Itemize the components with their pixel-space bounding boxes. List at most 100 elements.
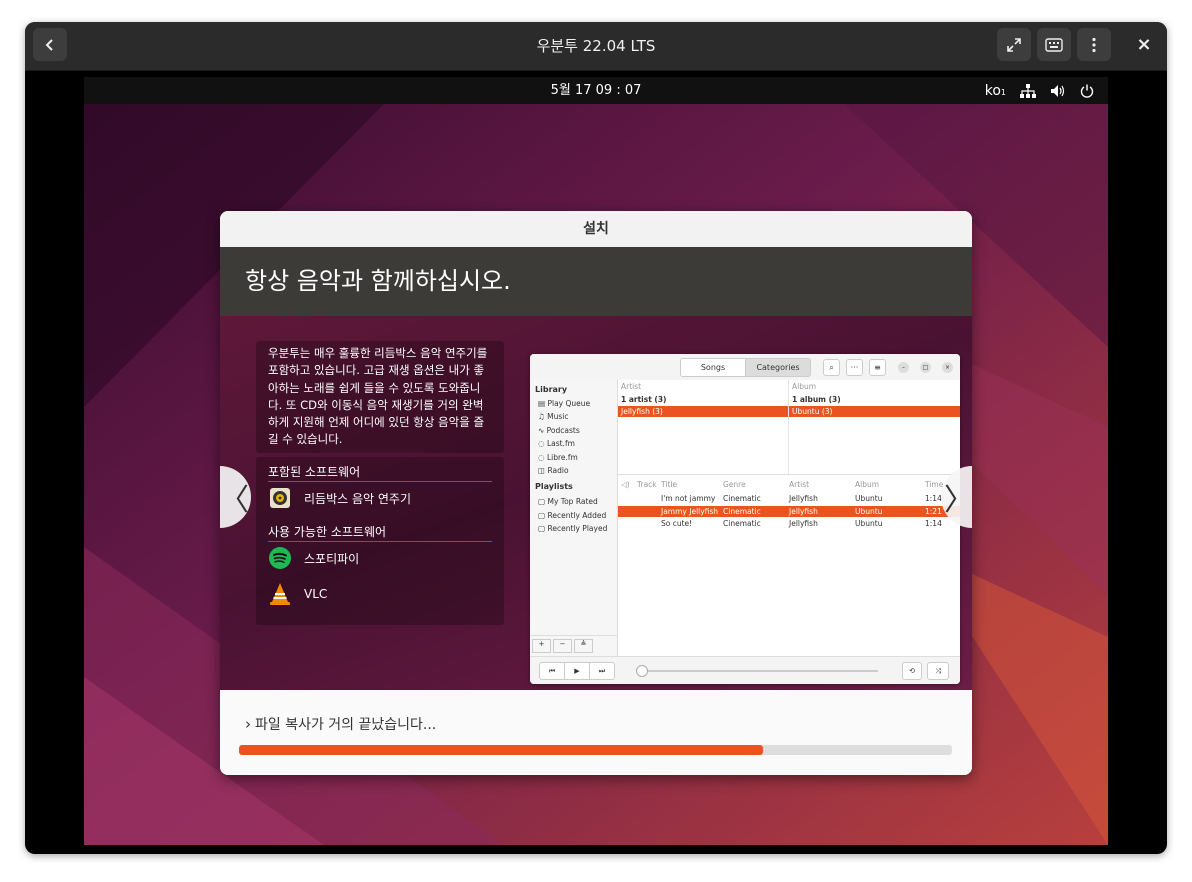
input-method-label: ko — [984, 82, 1001, 99]
rb-cell: 1 album (3) — [792, 395, 841, 404]
menu-button[interactable] — [1077, 28, 1111, 61]
guest-screen: 5월 17 09 : 07 ko1 설치 항상 음악과 함께하십시오. 우분투는… — [84, 77, 1108, 845]
rb-more-icon: ··· — [846, 359, 863, 376]
rb-col-album: Album — [792, 382, 817, 391]
rb-close-icon: × — [942, 362, 953, 373]
rb-add-icon: + — [532, 639, 551, 653]
rb-minimize-icon: – — [898, 362, 909, 373]
rb-cell: 1:21 — [925, 507, 942, 516]
top-bar: 5월 17 09 : 07 ko1 — [84, 77, 1108, 104]
keyboard-icon — [1045, 37, 1063, 52]
rb-transport: ⏮ ▶ ⏭ — [539, 662, 615, 680]
fullscreen-icon — [1007, 37, 1021, 52]
system-tray[interactable]: ko1 — [985, 77, 1094, 104]
rhythmbox-icon — [268, 486, 292, 510]
rb-divider — [618, 474, 960, 475]
chevron-right-icon: 〉 — [944, 483, 972, 518]
rb-previous-icon: ⏮ — [540, 663, 565, 679]
rb-sidebar-item: ▤ Play Queue — [538, 399, 591, 408]
keyboard-button[interactable] — [1037, 28, 1071, 61]
rb-cell: Ubuntu — [855, 507, 883, 516]
rb-browser-row: 1 artist (3) 1 album (3) — [618, 394, 960, 405]
status-text: 파일 복사가 거의 끝났습니다... — [255, 717, 437, 733]
rb-main: Artist Album 1 artist (3) 1 album (3) Je… — [618, 380, 960, 656]
install-status[interactable]: › 파일 복사가 거의 끝났습니다... — [245, 714, 436, 734]
included-software-heading: 포함된 소프트웨어 — [268, 465, 361, 479]
rb-cell: 1 artist (3) — [621, 395, 667, 404]
rb-sidebar-item: ◌ Libre.fm — [538, 453, 578, 462]
rb-shuffle-icon: ⤨ — [927, 662, 949, 680]
rb-cell: Ubuntu — [855, 494, 883, 503]
rb-track-row: Jammy Jellyfish Cinematic Jellyfish Ubun… — [618, 506, 960, 517]
fullscreen-button[interactable] — [997, 28, 1031, 61]
input-method-sub: 1 — [1000, 87, 1006, 97]
rb-cell: So cute! — [661, 519, 693, 528]
window-header: 우분투 22.04 LTS × — [25, 22, 1167, 71]
rb-eject-icon: ≜ — [574, 639, 593, 653]
rb-sidebar-item: ▢ Recently Added — [538, 511, 607, 520]
expander-icon: › — [245, 715, 251, 733]
rb-cell: Ubuntu — [855, 519, 883, 528]
rb-cell: Jellyfish — [789, 494, 818, 503]
available-software-heading: 사용 가능한 소프트웨어 — [268, 525, 387, 539]
rb-sidebar-label: Podcasts — [546, 426, 580, 435]
rb-sidebar-item: ♫ Music — [538, 412, 569, 421]
rb-sidebar-item: ▢ My Top Rated — [538, 497, 598, 506]
rb-track-row: I'm not jammy Cinematic Jellyfish Ubuntu… — [618, 493, 960, 504]
rb-cell: Jellyfish (3) — [621, 407, 663, 416]
rb-sidebar-label: Radio — [547, 466, 569, 475]
software-name: 리듬박스 음악 연주기 — [304, 491, 411, 506]
rb-seek-handle — [636, 665, 648, 677]
divider — [268, 541, 492, 542]
rb-cell: Cinematic — [723, 507, 761, 516]
spotify-icon — [268, 546, 292, 570]
network-icon — [1020, 83, 1036, 98]
rb-library-heading: Library — [535, 385, 568, 394]
rb-col: Genre — [723, 480, 746, 489]
clock[interactable]: 5월 17 09 : 07 — [84, 77, 1108, 104]
software-name: VLC — [304, 587, 328, 601]
power-icon — [1080, 84, 1094, 98]
slide-title: 항상 음악과 함께하십시오. — [220, 247, 972, 316]
rb-col: Time — [925, 480, 944, 489]
rb-sidebar-label: Libre.fm — [546, 453, 578, 462]
rb-sidebar: Library ▤ Play Queue ♫ Music ∿ Podcasts … — [530, 380, 618, 656]
rb-browser-header: Artist Album — [618, 381, 960, 392]
rb-cell: Cinematic — [723, 494, 761, 503]
rb-col: Album — [855, 480, 880, 489]
next-slide-button[interactable]: 〉 — [941, 466, 972, 528]
rb-sidebar-item: ▢ Recently Played — [538, 524, 608, 533]
rb-sidebar-label: Music — [547, 412, 569, 421]
close-button[interactable]: × — [1127, 28, 1161, 61]
rb-cell: Jellyfish — [789, 519, 818, 528]
rb-cell: 1:14 — [925, 494, 942, 503]
rb-cell: Jammy Jellyfish — [661, 507, 719, 516]
rb-cell: I'm not jammy — [661, 494, 716, 503]
rb-repeat-icon: ⟲ — [902, 662, 922, 680]
software-item-vlc: VLC — [268, 581, 327, 607]
slide-body: 우분투는 매우 훌륭한 리듬박스 음악 연주기를 포함하고 있습니다. 고급 재… — [220, 316, 972, 690]
rb-sidebar-label: Recently Played — [547, 524, 608, 533]
rb-sidebar-label: My Top Rated — [547, 497, 598, 506]
rb-sidebar-toolbar: + − ≜ — [530, 635, 617, 656]
software-name: 스포티파이 — [304, 551, 360, 566]
kebab-menu-icon — [1092, 37, 1096, 52]
rb-cell: Ubuntu (3) — [792, 407, 833, 416]
rb-playlists-heading: Playlists — [535, 482, 573, 491]
close-icon: × — [1136, 34, 1152, 55]
software-box: 포함된 소프트웨어 리듬박스 음악 연주기 사용 가능한 소프트웨어 스포티파이… — [256, 457, 504, 625]
previous-slide-button[interactable]: 〈 — [220, 466, 251, 528]
rb-track-header: ◁) Track Title Genre Artist Album Time — [618, 479, 960, 490]
rb-col: Title — [661, 480, 678, 489]
rb-maximize-icon: □ — [920, 362, 931, 373]
rb-seek-bar — [638, 670, 878, 672]
rb-next-icon: ⏭ — [598, 667, 606, 675]
window-title: 우분투 22.04 LTS — [536, 37, 656, 55]
rb-speaker-icon: ◁) — [621, 480, 630, 489]
rb-headerbar: Songs Categories ⌕ ··· ≡ – □ × — [530, 354, 960, 381]
input-method-indicator[interactable]: ko1 — [985, 83, 1006, 99]
rb-player-controls: ⏮ ▶ ⏭ ⟲ ⤨ — [530, 656, 960, 684]
rb-search-icon: ⌕ — [823, 359, 840, 376]
rb-menu-icon: ≡ — [869, 359, 886, 376]
progress-area: › 파일 복사가 거의 끝났습니다... — [220, 690, 972, 775]
